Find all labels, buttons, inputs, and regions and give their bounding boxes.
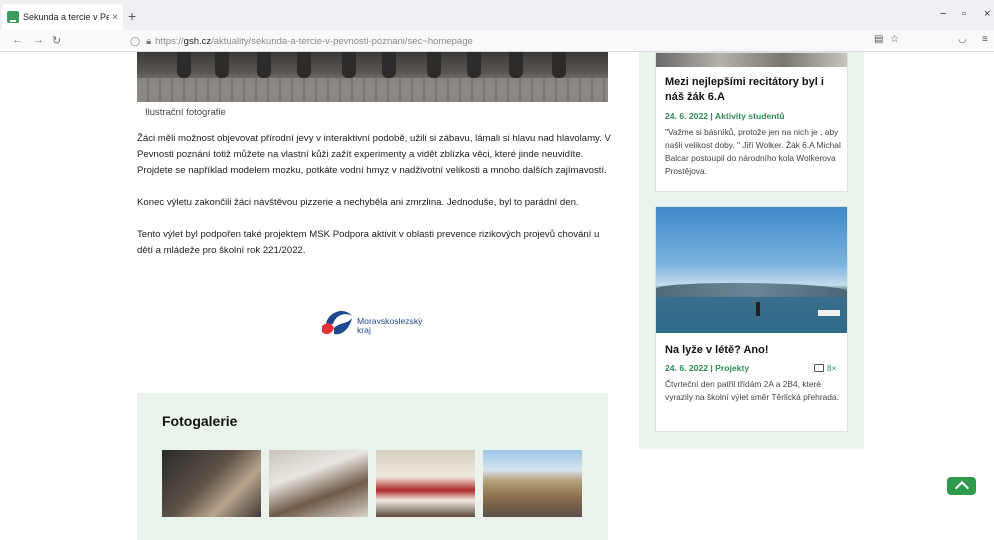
- article-paragraph: Žáci měli možnost objevovat přírodní jev…: [137, 133, 611, 176]
- news-card-excerpt: Čtvrteční den patřil třídám 2A a 2B4, kt…: [665, 379, 839, 402]
- news-card-excerpt: "Važme si básníků, protože jen na nich j…: [665, 127, 841, 176]
- gallery-thumbnail[interactable]: [483, 450, 582, 517]
- news-card-meta[interactable]: 24. 6. 2022 | Aktivity studentů: [665, 111, 785, 121]
- browser-tab[interactable]: Sekunda a tercie v Pevn ×: [2, 4, 123, 30]
- news-card-meta[interactable]: 24. 6. 2022 | Projekty: [665, 363, 749, 373]
- gallery-thumbnail[interactable]: [376, 450, 475, 517]
- url-path: /aktuality/sekunda-a-tercie-v-pevnosti-p…: [211, 35, 473, 47]
- close-window-button[interactable]: ×: [984, 8, 990, 20]
- gallery-title: Fotogalerie: [162, 413, 238, 429]
- menu-icon[interactable]: ≡: [982, 34, 988, 45]
- article-body: Žáci měli možnost objevovat přírodní jev…: [137, 131, 612, 275]
- photo-caption: Ilustrační fotografie: [145, 107, 226, 118]
- site-favicon-icon: [7, 11, 19, 23]
- news-card-image[interactable]: [656, 53, 847, 67]
- reload-icon[interactable]: ↻: [52, 34, 61, 47]
- reader-view-icon[interactable]: ▤: [874, 34, 883, 45]
- minimize-button[interactable]: −: [940, 8, 946, 20]
- region-logo-icon: [322, 310, 352, 335]
- article-paragraph: Konec výletu zakončili žáci návštěvou pi…: [137, 197, 579, 208]
- tab-title: Sekunda a tercie v Pevn: [23, 12, 110, 22]
- maximize-button[interactable]: ▫: [962, 8, 966, 20]
- photo-gallery: Fotogalerie: [137, 393, 608, 540]
- photo-count: 8×: [814, 363, 837, 373]
- news-card-image[interactable]: [656, 207, 847, 333]
- news-card[interactable]: Mezi nejlepšími recitátory byl i náš žák…: [655, 52, 848, 192]
- news-card[interactable]: Na lyže v létě? Ano! 24. 6. 2022 | Proje…: [655, 206, 848, 432]
- gallery-thumbnail[interactable]: [162, 450, 261, 517]
- page-content: Ilustrační fotografie Žáci měli možnost …: [0, 52, 994, 540]
- moravskoslezsky-kraj-logo[interactable]: Moravskoslezský kraj: [320, 304, 460, 340]
- bookmark-star-icon[interactable]: ☆: [890, 34, 899, 45]
- url-protocol: https://: [155, 35, 184, 47]
- article-photo: [137, 52, 608, 102]
- pocket-icon[interactable]: ◡: [958, 34, 967, 45]
- address-bar[interactable]: ◯ 🔒︎ https://gsh.cz/aktuality/sekunda-a-…: [130, 32, 910, 50]
- new-tab-button[interactable]: +: [128, 8, 136, 24]
- tab-strip: Sekunda a tercie v Pevn × + − ▫ ×: [0, 0, 994, 30]
- news-card-title[interactable]: Mezi nejlepšími recitátory byl i náš žák…: [665, 75, 840, 105]
- forward-arrow-icon[interactable]: →: [33, 34, 44, 46]
- shield-icon[interactable]: ◯: [130, 36, 140, 47]
- navigation-bar: ← → ↻ ◯ 🔒︎ https://gsh.cz/aktuality/seku…: [0, 30, 994, 52]
- camera-icon: [814, 364, 824, 372]
- news-card-title[interactable]: Na lyže v létě? Ano!: [665, 343, 840, 358]
- logo-text: Moravskoslezský kraj: [357, 316, 423, 335]
- gallery-thumbnail[interactable]: [269, 450, 368, 517]
- scroll-to-top-button[interactable]: [947, 477, 976, 495]
- article-paragraph: Tento výlet byl podpořen také projektem …: [137, 229, 600, 256]
- tab-close-icon[interactable]: ×: [112, 12, 118, 23]
- url-domain: gsh.cz: [183, 35, 212, 47]
- lock-icon[interactable]: 🔒︎: [146, 36, 151, 47]
- back-arrow-icon[interactable]: ←: [12, 34, 23, 46]
